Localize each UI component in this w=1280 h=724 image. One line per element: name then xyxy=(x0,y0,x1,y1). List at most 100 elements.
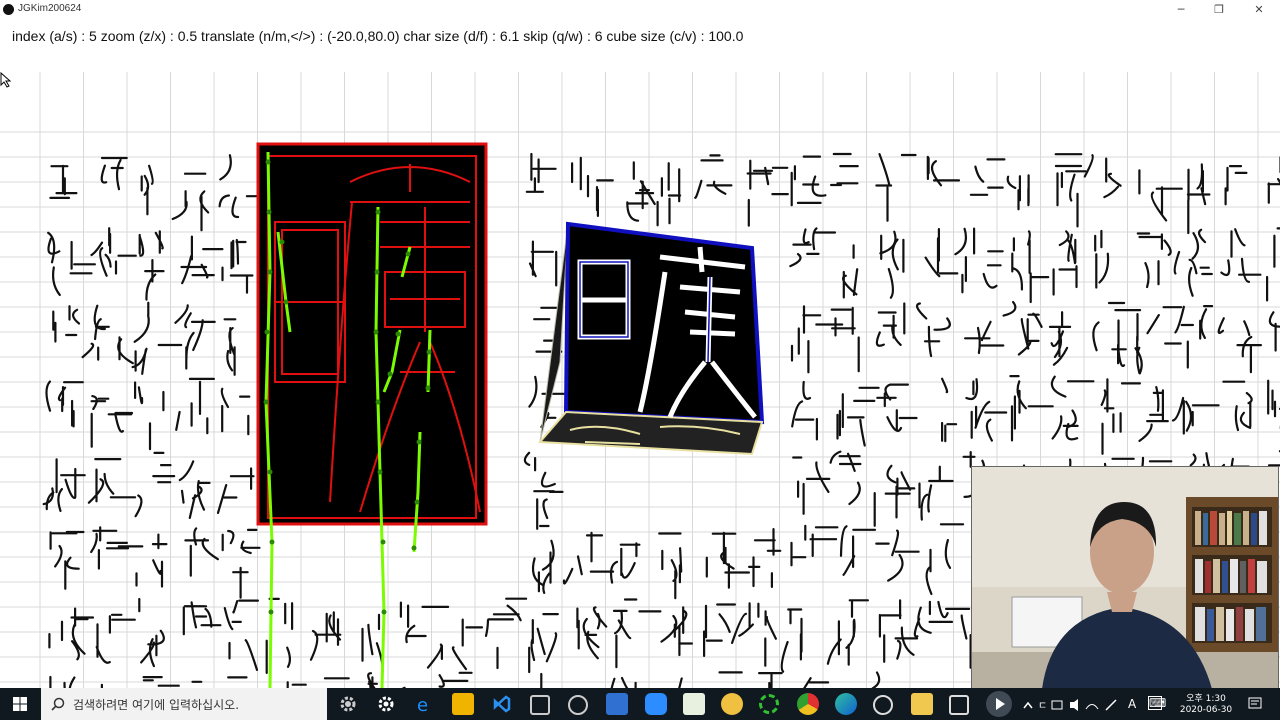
seal-character-glyph xyxy=(358,673,396,688)
restore-button[interactable]: ❐ xyxy=(1200,0,1238,20)
edge-legacy-icon[interactable]: e xyxy=(414,693,436,715)
system-tray-icons[interactable]: ㄷ xyxy=(1022,698,1132,712)
minimize-button[interactable]: ─ xyxy=(1162,0,1200,20)
seal-character-glyph xyxy=(749,529,780,587)
windows-taskbar: 검색하려면 여기에 입력하십시오. e ㄷ A ⌨ 오후 1:30 2020-0… xyxy=(0,688,1280,720)
seal-character-glyph xyxy=(1226,166,1247,204)
seal-character-glyph xyxy=(225,319,236,375)
seal-character-glyph xyxy=(529,614,558,672)
seal-character-glyph xyxy=(831,452,861,504)
seal-character-glyph xyxy=(1270,312,1280,370)
seal-character-glyph xyxy=(525,453,563,529)
seal-character-glyph xyxy=(223,530,260,598)
search-icon xyxy=(51,697,65,711)
close-button[interactable]: ✕ xyxy=(1240,0,1278,20)
seal-character-glyph xyxy=(89,459,135,503)
seal-character-glyph xyxy=(927,524,964,594)
keyboard-icon[interactable]: ⌨ xyxy=(1148,696,1162,710)
seal-character-glyph xyxy=(1012,231,1048,302)
seal-character-glyph xyxy=(1175,230,1212,296)
chrome-canary-icon[interactable] xyxy=(721,693,743,715)
seal-character-glyph xyxy=(792,382,817,439)
media-player-icon[interactable] xyxy=(986,691,1012,717)
seal-character-glyph xyxy=(222,389,250,434)
seal-character-glyph xyxy=(218,469,254,513)
seal-character-glyph xyxy=(1004,302,1042,354)
seal-character-glyph xyxy=(838,388,879,446)
seal-character-glyph xyxy=(83,306,133,364)
svg-text:e: e xyxy=(417,695,428,715)
app-icon[interactable] xyxy=(873,695,893,715)
presenter-video-image xyxy=(972,467,1278,689)
seal-character-glyph xyxy=(659,534,681,599)
notepad-icon[interactable] xyxy=(683,693,705,715)
seal-character-glyph xyxy=(1175,306,1212,367)
seal-character-glyph xyxy=(44,459,85,511)
clock-time[interactable]: 오후 1:30 xyxy=(1172,691,1240,704)
seal-character-glyph xyxy=(1223,382,1251,430)
seal-character-glyph xyxy=(792,157,826,206)
seal-character-glyph xyxy=(832,308,859,371)
seal-character-glyph xyxy=(223,240,253,293)
seal-character-glyph xyxy=(748,161,788,226)
seal-character-glyph xyxy=(527,154,556,192)
seal-character-glyph xyxy=(176,379,214,433)
seal-character-glyph xyxy=(185,528,218,575)
start-button[interactable] xyxy=(0,688,40,720)
webcam-overlay xyxy=(971,466,1279,690)
seal-character-glyph xyxy=(1102,379,1140,454)
seal-character-glyph xyxy=(695,155,731,197)
seal-character-glyph xyxy=(877,304,904,346)
seal-character-glyph xyxy=(873,673,914,689)
seal-character-glyph xyxy=(1221,229,1260,282)
seal-character-glyph xyxy=(363,615,383,673)
seal-character-glyph xyxy=(704,605,735,656)
ime-indicator[interactable]: A xyxy=(1128,697,1136,711)
seal-character-glyph xyxy=(611,678,640,688)
seal-character-glyph xyxy=(611,543,639,582)
chrome-icon[interactable] xyxy=(797,693,819,715)
seal-character-glyph xyxy=(955,229,1002,293)
title-bar: JGKim200624 ─ ❐ ✕ xyxy=(0,0,1280,20)
seal-character-glyph xyxy=(541,674,574,688)
seal-character-glyph xyxy=(880,232,903,298)
mouse-cursor-icon xyxy=(0,72,12,88)
seal-character-glyph xyxy=(926,229,958,276)
seal-character-glyph xyxy=(1056,154,1086,226)
clock-date[interactable]: 2020-06-30 xyxy=(1172,705,1240,715)
enlarged-character-panel xyxy=(258,144,486,524)
seal-character-glyph xyxy=(1139,170,1181,220)
app-icon[interactable] xyxy=(530,695,550,715)
seal-character-glyph xyxy=(1085,155,1121,197)
green-app-icon[interactable] xyxy=(759,694,779,714)
vscode-icon[interactable] xyxy=(491,693,513,715)
app-icon[interactable] xyxy=(606,693,628,715)
taskbar-search-box[interactable]: 검색하려면 여기에 입력하십시오. xyxy=(41,688,327,720)
seal-character-glyph xyxy=(875,466,915,526)
seal-character-glyph xyxy=(1268,381,1280,429)
gear-icon[interactable] xyxy=(375,693,397,715)
edge-icon[interactable] xyxy=(835,693,857,715)
seal-character-glyph xyxy=(1138,234,1171,288)
seal-character-glyph xyxy=(311,612,340,659)
seal-character-glyph xyxy=(965,322,1003,353)
seal-character-glyph xyxy=(92,228,136,276)
folder-icon[interactable] xyxy=(452,693,474,715)
seal-character-glyph xyxy=(97,615,135,663)
settings-icon[interactable] xyxy=(337,693,359,715)
app-icon[interactable] xyxy=(568,695,588,715)
app-icon[interactable] xyxy=(949,695,969,715)
seal-character-glyph xyxy=(877,385,916,431)
file-explorer-icon[interactable] xyxy=(911,693,933,715)
notification-icon[interactable] xyxy=(1248,697,1262,711)
seal-character-glyph xyxy=(142,677,179,688)
seal-character-glyph xyxy=(140,231,164,299)
seal-character-glyph xyxy=(48,233,95,295)
seal-character-glyph xyxy=(1267,228,1280,300)
seal-character-glyph xyxy=(747,673,782,688)
seal-character-glyph xyxy=(917,304,950,357)
seal-character-glyph xyxy=(790,678,829,688)
seal-character-glyph xyxy=(627,162,654,220)
windows-logo-icon xyxy=(0,688,40,720)
zoom-icon[interactable] xyxy=(645,693,667,715)
